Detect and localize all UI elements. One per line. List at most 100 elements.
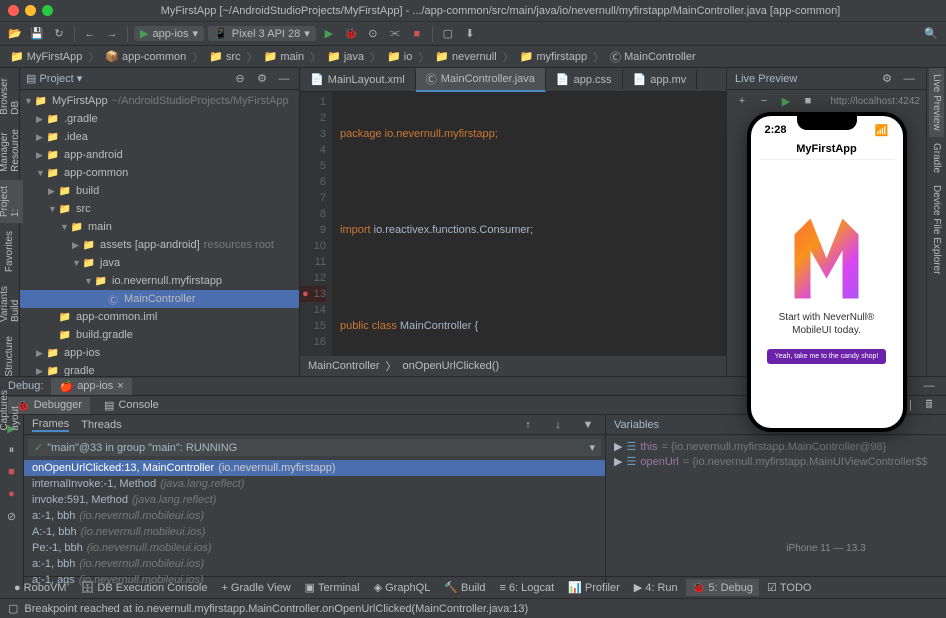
profile-icon[interactable]: ⊙ (364, 25, 382, 43)
next-frame-icon[interactable]: ↓ (549, 416, 567, 434)
gear-icon[interactable]: ⚙ (253, 70, 271, 88)
rail-db-browser[interactable]: DB Browser (0, 72, 23, 121)
rail-gradle[interactable]: Gradle (929, 137, 944, 179)
phone-cta-button[interactable]: Yeah, take me to the candy shop! (767, 349, 887, 364)
filter-icon[interactable]: ▼ (579, 416, 597, 434)
btab-db[interactable]: 🗄 DB Execution Console (74, 579, 213, 596)
search-icon[interactable]: 🔍 (922, 25, 940, 43)
frame-row[interactable]: a:-1, bbh (io.nevernull.mobileui.ios) (24, 556, 605, 572)
tree-item[interactable]: 📁app-common.iml (20, 308, 299, 326)
rail-live-preview[interactable]: Live Preview (929, 68, 944, 137)
evaluate-icon[interactable]: 🖩 (920, 396, 938, 414)
rail-device-explorer[interactable]: Device File Explorer (929, 179, 944, 280)
btab-graphql[interactable]: ◈ GraphQL (368, 579, 437, 596)
rail-project[interactable]: 1: Project (0, 180, 23, 223)
hide-icon[interactable]: — (900, 70, 918, 88)
crumb-class[interactable]: MainController (308, 360, 380, 372)
btab-profiler[interactable]: 📊 Profiler (562, 579, 626, 596)
frame-row[interactable]: Pe:-1, bbh (io.nevernull.mobileui.ios) (24, 540, 605, 556)
rail-build-variants[interactable]: Build Variants (0, 280, 23, 328)
tab-appmv[interactable]: 📄app.mv (623, 70, 698, 89)
btab-build[interactable]: 🔨 Build (438, 579, 491, 596)
tree-item[interactable]: ▶📁assets [app-android]resources root (20, 236, 299, 254)
hide-icon[interactable]: — (920, 377, 938, 395)
thread-selector[interactable]: ✓"main"@33 in group "main": RUNNING▾ (28, 439, 601, 456)
btab-gradle[interactable]: + Gradle View (215, 580, 296, 596)
sdk-icon[interactable]: ⬇ (461, 25, 479, 43)
btab-run[interactable]: ▶ 4: Run (628, 579, 684, 596)
variable-row[interactable]: ▶ ☰ openUrl = {io.nevernull.myfirstapp.M… (610, 454, 942, 469)
tree-item[interactable]: ▼📁app-common (20, 164, 299, 182)
crumb-module[interactable]: 📦 app-common (101, 49, 190, 64)
tree-root[interactable]: ▼📁 MyFirstApp ~/AndroidStudioProjects/My… (20, 92, 299, 110)
tree-item[interactable]: ▶📁build (20, 182, 299, 200)
gear-icon[interactable]: ⚙ (878, 70, 896, 88)
crumb-folder[interactable]: 📁 src (205, 49, 244, 64)
btab-logcat[interactable]: ≡ 6: Logcat (494, 580, 561, 596)
tree-item[interactable]: ▼📁main (20, 218, 299, 236)
breakpoints-icon[interactable]: ● (3, 485, 21, 503)
tab-appcss[interactable]: 📄app.css (546, 70, 623, 89)
sync-icon[interactable]: ↻ (50, 25, 68, 43)
frame-row[interactable]: onOpenUrlClicked:13, MainController (io.… (24, 460, 605, 476)
tree-item[interactable]: ▶📁.idea (20, 128, 299, 146)
add-icon[interactable]: + (733, 92, 751, 110)
threads-subtab[interactable]: Threads (81, 419, 121, 431)
code-editor[interactable]: 123456789101112●13141516 package io.neve… (300, 92, 726, 356)
rail-layout-captures[interactable]: ayout Captures (0, 384, 23, 437)
frame-row[interactable]: a:-1, bbh (io.nevernull.mobileui.ios) (24, 508, 605, 524)
tab-maincontroller[interactable]: ⒸMainController.java (416, 68, 546, 92)
avd-icon[interactable]: ▢ (439, 25, 457, 43)
crumb-method[interactable]: onOpenUrlClicked() (403, 360, 500, 372)
debug-config-tab[interactable]: 🍎 app-ios × (51, 378, 131, 395)
tree-item[interactable]: ▼📁io.nevernull.myfirstapp (20, 272, 299, 290)
tree-item[interactable]: ▼📁src (20, 200, 299, 218)
run-config-selector[interactable]: ▶app-ios▾ (134, 26, 204, 41)
btab-todo[interactable]: ☑ TODO (761, 579, 817, 596)
prev-frame-icon[interactable]: ↑ (519, 416, 537, 434)
rail-structure[interactable]: Structure (2, 330, 17, 383)
btab-robovm[interactable]: ● RoboVM (8, 580, 72, 596)
undo-icon[interactable]: ← (81, 25, 99, 43)
tree-item[interactable]: ⒸMainController (20, 290, 299, 308)
close-window[interactable] (8, 5, 19, 16)
tab-mainlayout[interactable]: 📄MainLayout.xml (300, 70, 416, 89)
btab-terminal[interactable]: ▣ Terminal (299, 579, 366, 596)
device-selector[interactable]: 📱Pixel 3 API 28▾ (208, 26, 316, 41)
crumb-root[interactable]: 📁 MyFirstApp (6, 49, 86, 64)
run-preview-icon[interactable]: ▶ (777, 92, 795, 110)
pause-icon[interactable]: ⏸ (3, 441, 21, 459)
tree-item[interactable]: ▶📁.gradle (20, 110, 299, 128)
frame-row[interactable]: internalInvoke:-1, Method (java.lang.ref… (24, 476, 605, 492)
btab-debug[interactable]: 🐞 5: Debug (686, 579, 759, 596)
frames-list[interactable]: onOpenUrlClicked:13, MainController (io.… (24, 460, 605, 588)
crumb-class[interactable]: Ⓒ MainController (606, 48, 700, 66)
crumb-pkg[interactable]: 📁 myfirstapp (516, 49, 591, 64)
project-view-selector[interactable]: ▤ Project ▾ (26, 72, 82, 85)
crumb-folder[interactable]: 📁 java (323, 49, 368, 64)
remove-icon[interactable]: − (755, 92, 773, 110)
debug-icon[interactable]: 🐞 (342, 25, 360, 43)
tree-item[interactable]: ▶📁app-android (20, 146, 299, 164)
variable-row[interactable]: ▶ ☰ this = {io.nevernull.myfirstapp.Main… (610, 439, 942, 454)
tree-item[interactable]: ▶📁gradle (20, 362, 299, 376)
mute-bp-icon[interactable]: ⊘ (3, 507, 21, 525)
line-gutter[interactable]: 123456789101112●13141516 (300, 92, 332, 356)
maximize-window[interactable] (42, 5, 53, 16)
code-content[interactable]: package io.nevernull.myfirstapp; import … (332, 92, 726, 356)
frame-row[interactable]: invoke:591, Method (java.lang.reflect) (24, 492, 605, 508)
tree-item[interactable]: ▼📁java (20, 254, 299, 272)
open-icon[interactable]: 📂 (6, 25, 24, 43)
save-icon[interactable]: 💾 (28, 25, 46, 43)
crumb-pkg[interactable]: 📁 nevernull (431, 49, 500, 64)
hide-icon[interactable]: — (275, 70, 293, 88)
collapse-icon[interactable]: ⊖ (231, 70, 249, 88)
minimize-window[interactable] (25, 5, 36, 16)
rail-favorites[interactable]: Favorites (2, 225, 17, 278)
stop-debug-icon[interactable]: ■ (3, 463, 21, 481)
stop-icon[interactable]: ■ (408, 25, 426, 43)
frames-subtab[interactable]: Frames (32, 418, 69, 432)
redo-icon[interactable]: → (103, 25, 121, 43)
tree-item[interactable]: 📁build.gradle (20, 326, 299, 344)
project-tree[interactable]: ▼📁 MyFirstApp ~/AndroidStudioProjects/My… (20, 90, 299, 376)
